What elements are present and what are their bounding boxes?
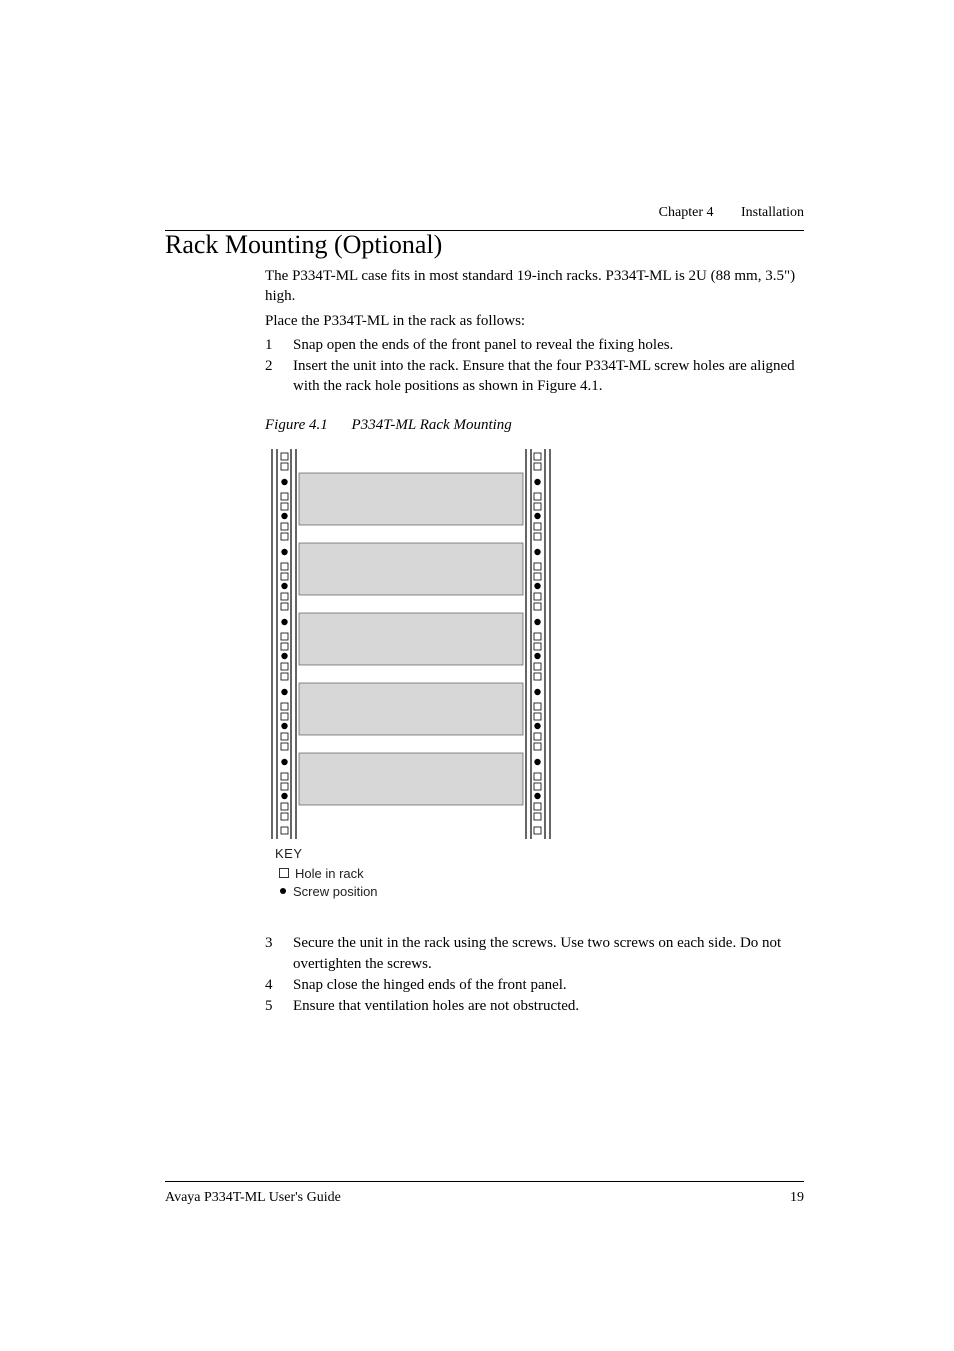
page: Chapter 4 Installation Rack Mounting (Op… [0, 0, 954, 1351]
chapter-number: Chapter 4 [659, 205, 714, 220]
section-heading: Rack Mounting (Optional) [165, 230, 804, 260]
list-item: 1 Snap open the ends of the front panel … [265, 335, 804, 355]
intro-paragraph-1: The P334T-ML case fits in most standard … [265, 266, 804, 307]
page-footer: Avaya P334T-ML User's Guide 19 [165, 1181, 804, 1206]
footer-guide-name: Avaya P334T-ML User's Guide [165, 1190, 341, 1206]
list-number: 5 [265, 996, 293, 1016]
list-number: 4 [265, 975, 293, 995]
chapter-title: Installation [741, 205, 804, 220]
list-text: Ensure that ventilation holes are not ob… [293, 996, 804, 1016]
list-item: 4 Snap close the hinged ends of the fron… [265, 975, 804, 995]
key-title: KEY [275, 845, 804, 863]
key-row-screw: Screw position [275, 882, 804, 900]
figure-key: KEY Hole in rack Screw position [275, 845, 804, 901]
key-screw-label: Screw position [293, 883, 378, 901]
list-item: 5 Ensure that ventilation holes are not … [265, 996, 804, 1016]
screw-symbol-icon [280, 888, 286, 894]
list-number: 3 [265, 933, 293, 953]
figure-caption: Figure 4.1 P334T-ML Rack Mounting [265, 415, 804, 435]
rack-diagram [269, 449, 553, 839]
key-hole-label: Hole in rack [295, 865, 364, 883]
intro-paragraph-2: Place the P334T-ML in the rack as follow… [265, 311, 804, 331]
header-rule [165, 230, 804, 231]
hole-symbol-icon [279, 868, 289, 878]
list-text: Secure the unit in the rack using the sc… [293, 933, 804, 974]
list-item: 3 Secure the unit in the rack using the … [265, 933, 804, 974]
running-header: Chapter 4 Installation [659, 205, 804, 221]
list-item: 2 Insert the unit into the rack. Ensure … [265, 356, 804, 397]
list-number: 2 [265, 356, 293, 376]
list-text: Snap open the ends of the front panel to… [293, 335, 804, 355]
body: The P334T-ML case fits in most standard … [265, 266, 804, 1016]
figure-title: P334T-ML Rack Mounting [352, 417, 512, 433]
figure-rack-mounting: KEY Hole in rack Screw position [269, 449, 804, 901]
figure-ref: Figure 4.1 [265, 417, 328, 433]
key-row-hole: Hole in rack [275, 864, 804, 882]
list-text: Insert the unit into the rack. Ensure th… [293, 356, 804, 397]
footer-page-number: 19 [790, 1190, 804, 1206]
list-text: Snap close the hinged ends of the front … [293, 975, 804, 995]
list-number: 1 [265, 335, 293, 355]
